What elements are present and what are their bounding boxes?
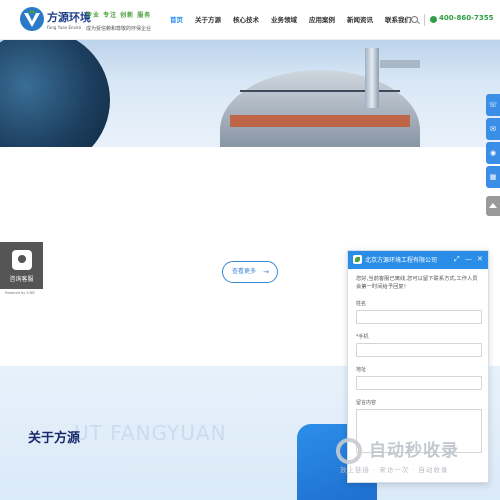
view-more-button[interactable]: 查看更多 <box>222 261 278 283</box>
powered-by: Powered by 53KF <box>5 291 36 295</box>
address-input[interactable] <box>356 376 482 390</box>
watermark-logo-icon <box>336 438 362 464</box>
hero-banner <box>0 40 500 147</box>
back-to-top-button[interactable] <box>486 196 500 216</box>
slogan-sub: 成为受信赖和尊敬的环保企业 <box>86 26 152 32</box>
chat-body: 您好,当前客服已离线,您可以留下联系方式,工作人员会第一时间给予回复！ 姓名 *… <box>348 269 488 453</box>
consult-label: 咨询客服 <box>9 276 34 283</box>
close-icon[interactable]: ✕ <box>477 255 483 264</box>
address-label: 地址 <box>356 367 367 373</box>
logo-subtext: Fang Yuan Enviro <box>47 25 82 30</box>
banner-tank-band <box>230 115 410 127</box>
search-icon[interactable] <box>411 16 418 23</box>
phone-input[interactable] <box>356 343 482 357</box>
phone-side-icon: ☏ <box>488 101 498 109</box>
qrcode-side-button[interactable]: ▦ <box>486 166 500 188</box>
about-title: 关于方源 <box>28 431 81 446</box>
message-label: 留言内容 <box>356 400 377 406</box>
phone-label: *手机 <box>356 334 369 340</box>
nav-item-tech[interactable]: 核心技术 <box>227 0 265 40</box>
watermark: 自动秒收录 放上链接 · 来访一次 · 自动收录 <box>328 436 500 481</box>
site-header: 方源环境 Fang Yuan Enviro 专业 专注 创新 服务 成为受信赖和… <box>0 0 500 40</box>
name-input[interactable] <box>356 310 482 324</box>
phone-number[interactable]: 400-860-7355 <box>439 14 494 22</box>
phone-icon <box>430 16 437 23</box>
consult-widget[interactable]: 咨询客服 <box>0 242 43 289</box>
expand-icon[interactable]: ⤢ <box>454 255 460 264</box>
wechat-icon: ◉ <box>489 149 497 157</box>
banner-tank <box>220 70 420 147</box>
watermark-text: 自动秒收录 <box>369 441 459 461</box>
nav-item-business[interactable]: 业务领域 <box>265 0 303 40</box>
nav-item-about[interactable]: 关于方源 <box>189 0 227 40</box>
company-logo-icon <box>353 255 362 264</box>
nav-item-home[interactable]: 首页 <box>164 0 189 40</box>
banner-pipe <box>365 48 379 108</box>
about-bg-text: UT FANGYUAN <box>74 421 227 445</box>
chat-bubble-icon <box>11 250 32 270</box>
wechat-side-button[interactable]: ◉ <box>486 142 500 164</box>
banner-tank-dark <box>0 40 110 147</box>
offline-message: 您好,当前客服已离线,您可以留下联系方式,工作人员会第一时间给予回复！ <box>356 276 478 290</box>
logo-icon[interactable] <box>19 6 45 32</box>
page: 方源环境 Fang Yuan Enviro 专业 专注 创新 服务 成为受信赖和… <box>0 0 500 500</box>
phone-side-button[interactable]: ☏ <box>486 94 500 116</box>
chat-header: 北京方源环境工程有限公司 ⤢ — ✕ <box>348 251 488 269</box>
minimize-icon[interactable]: — <box>465 255 472 264</box>
main-nav: 首页 关于方源 核心技术 业务领域 应用案例 新闻资讯 联系我们 <box>164 0 417 40</box>
logo-text: 方源环境 <box>47 11 91 24</box>
mail-icon: ✉ <box>490 125 496 133</box>
chat-title: 北京方源环境工程有限公司 <box>365 257 438 264</box>
email-side-button[interactable]: ✉ <box>486 118 500 140</box>
qrcode-icon: ▦ <box>489 173 497 181</box>
banner-pipe-elbow <box>380 60 420 68</box>
name-label: 姓名 <box>356 301 367 307</box>
slogan: 专业 专注 创新 服务 <box>86 12 152 19</box>
watermark-subtext: 放上链接 · 来访一次 · 自动收录 <box>340 466 449 474</box>
nav-item-news[interactable]: 新闻资讯 <box>341 0 379 40</box>
divider <box>424 14 425 26</box>
nav-item-cases[interactable]: 应用案例 <box>303 0 341 40</box>
